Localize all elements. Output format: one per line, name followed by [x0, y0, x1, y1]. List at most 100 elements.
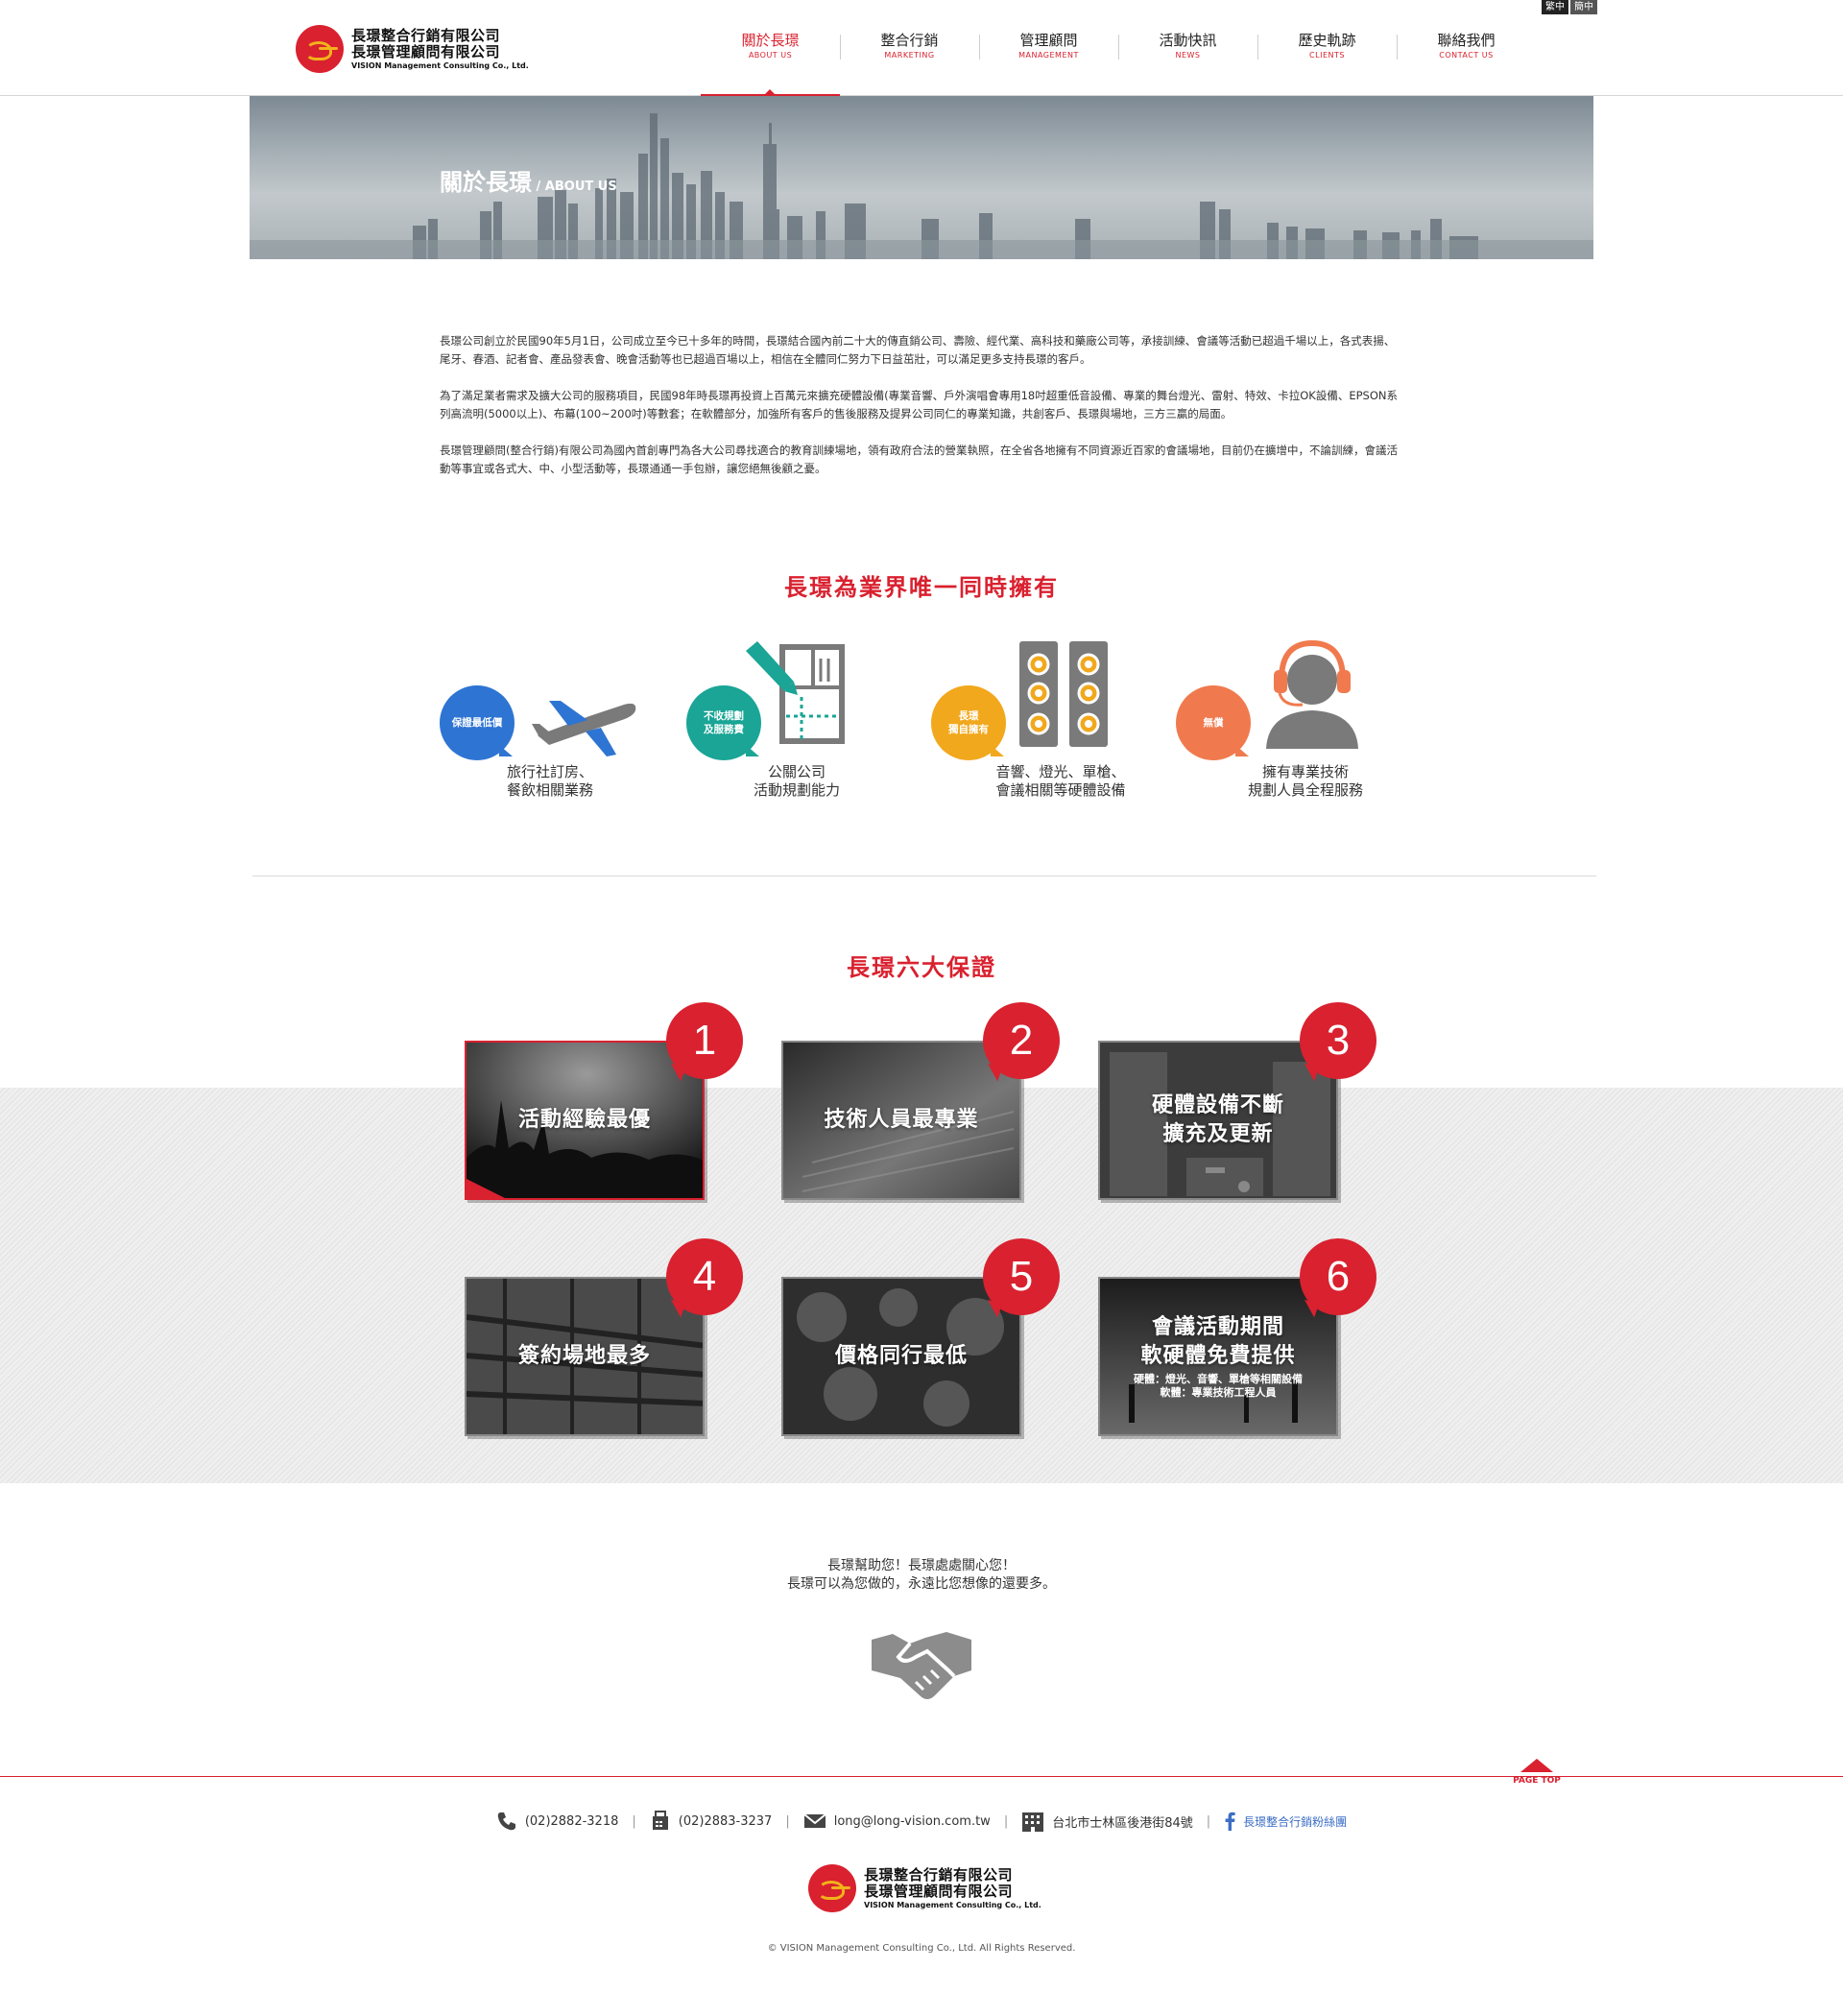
guarantee-title: 會議活動期間 — [1151, 1315, 1284, 1339]
logo-emblem-icon — [296, 25, 344, 73]
page-title-zh: 關於長璟 — [440, 169, 532, 196]
caption-line1: 公關公司 — [767, 763, 826, 780]
guarantee-card-2[interactable]: 技術人員最專業 — [781, 1041, 1021, 1200]
separator: | — [1003, 1813, 1009, 1829]
badge-line1: 保證最低價 — [451, 717, 503, 729]
badge-line1: 長璟 — [958, 710, 979, 722]
feature-badge: 長璟 獨自擁有 — [931, 685, 1006, 760]
mail-icon — [803, 1813, 826, 1828]
feature-caption: 公關公司 活動規劃能力 — [686, 763, 907, 800]
nav-label: 聯絡我們 — [1437, 32, 1496, 49]
guarantee-card-1[interactable]: 活動經驗最優 — [465, 1041, 705, 1200]
nav-about[interactable]: 關於長璟 ABOUT US — [701, 0, 840, 97]
guarantee-number-1: 1 — [666, 1002, 743, 1079]
logo-line1: 長璟整合行銷有限公司 — [864, 1865, 1014, 1884]
guarantees-heading: 長璟六大保證 — [847, 954, 996, 981]
nav-label: 整合行銷 — [880, 32, 939, 49]
address: 台北市士林區後港街84號 — [1052, 1815, 1193, 1831]
badge-line2: 及服務費 — [704, 724, 744, 735]
feature-service: 無償 擁有專業技術 規劃人員全程服務 — [1176, 639, 1397, 804]
guarantee-title: 活動經驗最優 — [517, 1108, 651, 1132]
logo-line1: 長璟整合行銷有限公司 — [351, 26, 501, 44]
guarantee-title-line2: 軟硬體免費提供 — [1140, 1344, 1296, 1368]
page-top-label: PAGE TOP — [1513, 1776, 1561, 1786]
contact-address: 台北市士林區後港街84號 — [1021, 1811, 1193, 1832]
headset-person-icon — [1266, 639, 1358, 749]
site-logo[interactable]: 長璟整合行銷有限公司 長璟管理顧問有限公司 VISION Management … — [296, 25, 529, 73]
page-title: 關於長璟 / ABOUT US — [440, 163, 617, 197]
intro-text: 長璟公司創立於民國90年5月1日，公司成立至今已十多年的時間，長璟結合國內前二十… — [440, 332, 1403, 496]
guarantee-title: 技術人員最專業 — [824, 1108, 979, 1132]
separator: | — [785, 1813, 790, 1829]
guarantee-number-2: 2 — [983, 1002, 1060, 1079]
guarantee-title-line2: 擴充及更新 — [1162, 1122, 1274, 1146]
caption-line2: 餐飲相關業務 — [506, 781, 593, 799]
closing-message: 長璟幫助您！長璟處處關心您！ 長璟可以為您做的，永遠比您想像的還要多。 — [0, 1557, 1843, 1594]
nav-contact[interactable]: 聯絡我們 CONTACT US — [1397, 0, 1536, 96]
page-top-button[interactable]: PAGE TOP — [1510, 1759, 1564, 1786]
separator: | — [632, 1813, 636, 1829]
intro-paragraph: 為了滿足業者需求及擴大公司的服務項目，民國98年時長璟再投資上百萬元來擴充硬體設… — [440, 389, 1398, 420]
page-title-en: / ABOUT US — [532, 180, 617, 194]
nav-label: 活動快訊 — [1159, 32, 1217, 49]
nav-sublabel: MARKETING — [884, 51, 935, 60]
footer-contacts: (02)2882-3218 | (02)2883-3237 | long@lon… — [0, 1811, 1843, 1832]
nav-sublabel: CONTACT US — [1439, 51, 1494, 60]
arrow-up-icon — [1520, 1759, 1553, 1772]
main-nav: 關於長璟 ABOUT US 整合行銷 MARKETING 管理顧問 MANAGE… — [701, 0, 1536, 97]
nav-news[interactable]: 活動快訊 NEWS — [1118, 0, 1257, 96]
caption-line2: 活動規劃能力 — [753, 781, 840, 799]
guarantee-card-6[interactable]: 會議活動期間 軟硬體免費提供 硬體：燈光、音響、單槍等相關設備 軟體：專業技術工… — [1098, 1277, 1338, 1436]
footer-logo[interactable]: 長璟整合行銷有限公司 長璟管理顧問有限公司 VISION Management … — [808, 1864, 1041, 1912]
guarantee-number-6: 6 — [1300, 1238, 1376, 1315]
fax-number: (02)2883-3237 — [678, 1813, 773, 1829]
feature-equipment: 長璟 獨自擁有 音響、燈光、單槍、 會議相關等硬體設備 — [931, 641, 1152, 804]
guarantee-subtext-line2: 軟體：專業技術工程人員 — [1160, 1386, 1277, 1399]
facebook-link[interactable]: 長璟整合行銷粉絲團 — [1224, 1812, 1347, 1831]
feature-caption: 擁有專業技術 規劃人員全程服務 — [1195, 763, 1416, 800]
fax-icon — [652, 1811, 668, 1830]
phone-icon — [497, 1812, 515, 1831]
closing-line1: 長璟幫助您！長璟處處關心您！ — [827, 1558, 1016, 1573]
nav-clients[interactable]: 歷史軌跡 CLIENTS — [1257, 0, 1397, 96]
contact-email[interactable]: long@long-vision.com.tw — [803, 1812, 991, 1830]
badge-line1: 不收規劃 — [704, 710, 744, 722]
handshake-icon — [872, 1632, 971, 1699]
features-heading: 長璟為業界唯一同時擁有 — [784, 574, 1059, 601]
guarantee-card-5[interactable]: 價格同行最低 — [781, 1277, 1021, 1436]
feature-badge: 不收規劃 及服務費 — [686, 685, 761, 760]
caption-line1: 音響、燈光、單槍、 — [995, 763, 1126, 780]
copyright: © VISION Management Consulting Co., Ltd.… — [767, 1943, 1076, 1954]
feature-travel: 保證最低價 旅行社訂房、 餐飲相關業務 — [440, 641, 660, 804]
speaker-icon — [1019, 641, 1108, 747]
features-row: 保證最低價 旅行社訂房、 餐飲相關業務 不收規劃及服務費 公關公司 活動規劃能力 — [440, 639, 1409, 814]
feature-badge: 保證最低價 — [440, 685, 515, 760]
feature-caption: 音響、燈光、單槍、 會議相關等硬體設備 — [950, 763, 1171, 800]
feature-badge: 無償 — [1176, 685, 1251, 760]
guarantee-title: 價格同行最低 — [834, 1344, 968, 1368]
caption-line1: 旅行社訂房、 — [506, 763, 593, 780]
nav-marketing[interactable]: 整合行銷 MARKETING — [840, 0, 979, 96]
caption-line2: 會議相關等硬體設備 — [995, 781, 1126, 799]
guarantee-number-5: 5 — [983, 1238, 1060, 1315]
guarantee-card-3[interactable]: 硬體設備不斷 擴充及更新 — [1098, 1041, 1338, 1200]
nav-sublabel: CLIENTS — [1309, 51, 1345, 60]
building-icon — [1022, 1812, 1044, 1832]
logo-line2: 長璟管理顧問有限公司 — [864, 1882, 1014, 1900]
guarantee-number-3: 3 — [1300, 1002, 1376, 1079]
logo-line3: VISION Management Consulting Co., Ltd. — [864, 1900, 1041, 1909]
nav-sublabel: MANAGEMENT — [1018, 51, 1079, 60]
logo-line2: 長璟管理顧問有限公司 — [351, 42, 501, 60]
guarantee-title: 硬體設備不斷 — [1151, 1093, 1284, 1117]
intro-paragraph: 長璟公司創立於民國90年5月1日，公司成立至今已十多年的時間，長璟結合國內前二十… — [440, 334, 1396, 366]
guarantee-card-4[interactable]: 簽約場地最多 — [465, 1277, 705, 1436]
caption-line1: 擁有專業技術 — [1261, 763, 1349, 780]
logo-emblem-icon — [808, 1864, 856, 1912]
phone-number: (02)2882-3218 — [524, 1813, 619, 1829]
facebook-icon — [1225, 1812, 1235, 1831]
guarantee-number-4: 4 — [666, 1238, 743, 1315]
airplane-icon — [532, 701, 636, 756]
contact-phone[interactable]: (02)2882-3218 — [496, 1811, 619, 1832]
feature-planning: 不收規劃及服務費 公關公司 活動規劃能力 — [686, 641, 907, 804]
nav-management[interactable]: 管理顧問 MANAGEMENT — [979, 0, 1118, 96]
